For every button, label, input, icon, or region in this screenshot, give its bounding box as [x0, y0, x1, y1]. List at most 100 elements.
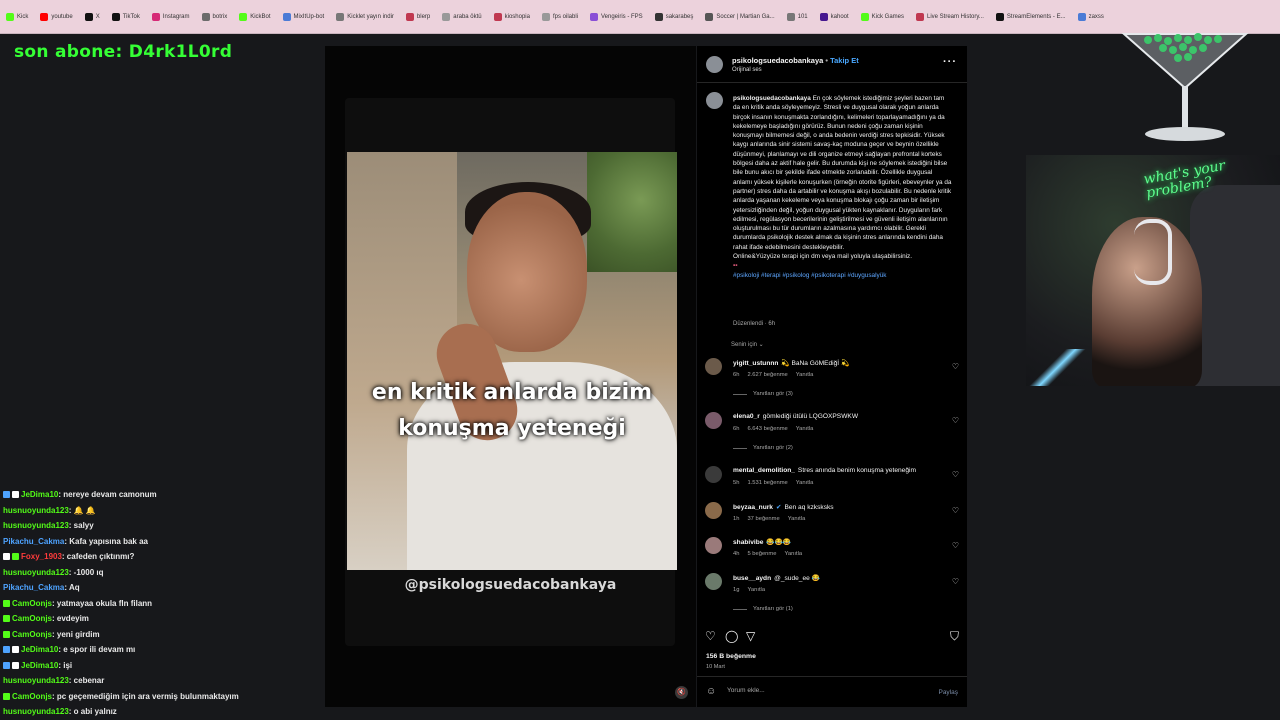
commenter-username[interactable]: elena0_r — [733, 413, 760, 420]
bookmark-item[interactable]: TikTok — [106, 0, 146, 33]
chat-text: : 🔔 🔔 — [68, 505, 96, 515]
view-replies-link[interactable]: Yanıtları gör (1) — [733, 606, 793, 612]
bookmark-favicon-icon — [819, 12, 828, 21]
commenter-username[interactable]: beyzaa_nurk — [733, 504, 773, 511]
reel-video-player[interactable]: en kritik anlarda bizim konuşma yeteneği… — [325, 46, 696, 707]
commenter-avatar[interactable] — [705, 502, 722, 519]
commenter-avatar[interactable] — [705, 573, 722, 590]
chat-username: CamOonjs — [12, 629, 53, 639]
comment-reply-link[interactable]: Yanıtla — [796, 372, 814, 378]
chat-badge-icon — [3, 491, 10, 499]
comment-like-heart-icon[interactable]: ♡ — [952, 362, 959, 371]
share-send-icon[interactable]: ▽ — [746, 629, 755, 643]
bookmark-item[interactable]: 101 — [781, 0, 814, 33]
comment-reply-link[interactable]: Yanıtla — [747, 587, 765, 593]
comment-reply-link[interactable]: Yanıtla — [796, 426, 814, 432]
caption-edited-time: Düzenlendi · 6h — [733, 321, 776, 327]
chat-message: CamOonjs: yeni girdim — [0, 627, 322, 643]
comment-time: 6h — [733, 426, 740, 432]
comment-likes[interactable]: 2.627 beğenme — [747, 372, 787, 378]
emoji-icon[interactable]: ☺ — [706, 686, 716, 697]
comment-like-heart-icon[interactable]: ♡ — [952, 416, 959, 425]
comment-reply-link[interactable]: Yanıtla — [796, 480, 814, 486]
author-avatar[interactable] — [706, 56, 723, 73]
comment-icon[interactable]: ◯ — [725, 629, 738, 643]
comment-likes[interactable]: 6.643 beğenme — [747, 426, 787, 432]
bookmark-item[interactable]: Soccer | Martian Ga... — [699, 0, 780, 33]
chat-badge-icon — [12, 491, 19, 499]
bookmark-item[interactable]: youtube — [34, 0, 78, 33]
chat-text: : pc geçemediğim için ara vermiş bulunma… — [52, 691, 239, 701]
audio-label[interactable]: Orijinal ses — [732, 67, 762, 73]
bookmark-item[interactable]: blerp — [400, 0, 436, 33]
view-replies-label: Yanıtları gör (3) — [753, 391, 793, 397]
commenter-username[interactable]: yigitt_ustunnn — [733, 360, 778, 367]
bookmark-item[interactable]: fps oilabli — [536, 0, 584, 33]
comment-reply-link[interactable]: Yanıtla — [784, 551, 802, 557]
chat-username: Foxy_1903 — [21, 552, 62, 561]
caption-hashtags[interactable]: #psikoloji #terapi #psikolog #psikoterap… — [733, 272, 886, 279]
bookmark-label: StreamElements - E... — [1006, 13, 1066, 20]
comment-item: mental_demolition_ Stres anında benim kon… — [697, 466, 967, 506]
author-username[interactable]: psikologsuedacobankaya — [732, 56, 823, 65]
commenter-username[interactable]: buse__aydn — [733, 575, 771, 582]
bookmark-item[interactable]: Instagram — [146, 0, 196, 33]
bookmark-item[interactable]: zaxss — [1072, 0, 1110, 33]
bookmark-label: X — [95, 13, 100, 20]
bookmark-favicon-icon — [84, 12, 93, 21]
commenter-avatar[interactable] — [705, 537, 722, 554]
view-replies-link[interactable]: Yanıtları gör (3) — [733, 391, 793, 397]
comment-input[interactable]: Yorum ekle... — [727, 687, 765, 694]
bookmark-item[interactable]: Kick — [0, 0, 34, 33]
likes-count[interactable]: 156 B beğenme — [706, 653, 756, 660]
comment-sort-dropdown[interactable]: Senin için ⌄ — [731, 341, 764, 348]
bookmark-item[interactable]: Kicklet yayın indir — [330, 0, 400, 33]
chat-username: CamOonjs — [12, 598, 53, 608]
chat-text: : -1000 ıq — [68, 567, 104, 577]
post-comment-button[interactable]: Paylaş — [938, 689, 958, 696]
bookmark-item[interactable]: StreamElements - E... — [990, 0, 1072, 33]
mute-icon[interactable]: 🔇 — [675, 686, 688, 699]
comment-likes[interactable]: 5 beğenme — [747, 551, 776, 557]
view-replies-link[interactable]: Yanıtları gör (2) — [733, 445, 793, 451]
bookmark-item[interactable]: araba öktü — [436, 0, 487, 33]
comment-like-heart-icon[interactable]: ♡ — [952, 470, 959, 479]
chat-text: : cebenar — [68, 676, 105, 685]
comment-reply-link[interactable]: Yanıtla — [788, 516, 806, 522]
bookmark-favicon-icon — [282, 12, 291, 21]
bookmark-favicon-icon — [111, 12, 120, 21]
bookmark-item[interactable]: botrix — [196, 0, 234, 33]
caption-username[interactable]: psikologsuedacobankaya — [733, 95, 811, 102]
bookmark-item[interactable]: Kick Games — [855, 0, 910, 33]
bookmark-item[interactable]: sakarabeş — [649, 0, 700, 33]
caption-avatar[interactable] — [706, 92, 723, 109]
chat-username: JeDima10 — [21, 660, 59, 670]
bookmark-item[interactable]: MixItUp-bot — [277, 0, 331, 33]
bookmark-item[interactable]: kioshopia — [488, 0, 536, 33]
comment-like-heart-icon[interactable]: ♡ — [952, 577, 959, 586]
commenter-username[interactable]: mental_demolition_ — [733, 467, 795, 474]
like-heart-icon[interactable]: ♡ — [705, 629, 716, 643]
streamer-webcam: what's your problem? — [1026, 155, 1280, 386]
bookmark-item[interactable]: Live Stream History... — [910, 0, 990, 33]
more-options-icon[interactable]: ··· — [943, 56, 957, 68]
follow-button[interactable]: Takip Et — [830, 56, 859, 65]
bookmark-item[interactable]: kahoot — [814, 0, 855, 33]
chat-text: : yatmayaa okula fln filann — [52, 598, 153, 608]
bookmark-favicon-icon — [1077, 12, 1086, 21]
bookmark-item[interactable]: KickBot — [233, 0, 276, 33]
video-scene: en kritik anlarda bizim konuşma yeteneği — [347, 152, 677, 570]
comment-like-heart-icon[interactable]: ♡ — [952, 541, 959, 550]
chat-badge-icon — [3, 599, 10, 607]
comment-like-heart-icon[interactable]: ♡ — [952, 506, 959, 515]
post-caption: psikologsuedacobankaya En çok söylemek i… — [733, 95, 952, 279]
comment-likes[interactable]: 1.531 beğenme — [747, 480, 787, 486]
save-bookmark-icon[interactable]: ⛉ — [950, 629, 959, 643]
bookmark-item[interactable]: X — [79, 0, 106, 33]
commenter-avatar[interactable] — [705, 466, 722, 483]
comment-likes[interactable]: 37 beğenme — [747, 516, 779, 522]
bookmark-item[interactable]: Vengeiris - FPS — [584, 0, 649, 33]
commenter-avatar[interactable] — [705, 412, 722, 429]
commenter-avatar[interactable] — [705, 358, 722, 375]
commenter-username[interactable]: shabivibe — [733, 539, 763, 546]
